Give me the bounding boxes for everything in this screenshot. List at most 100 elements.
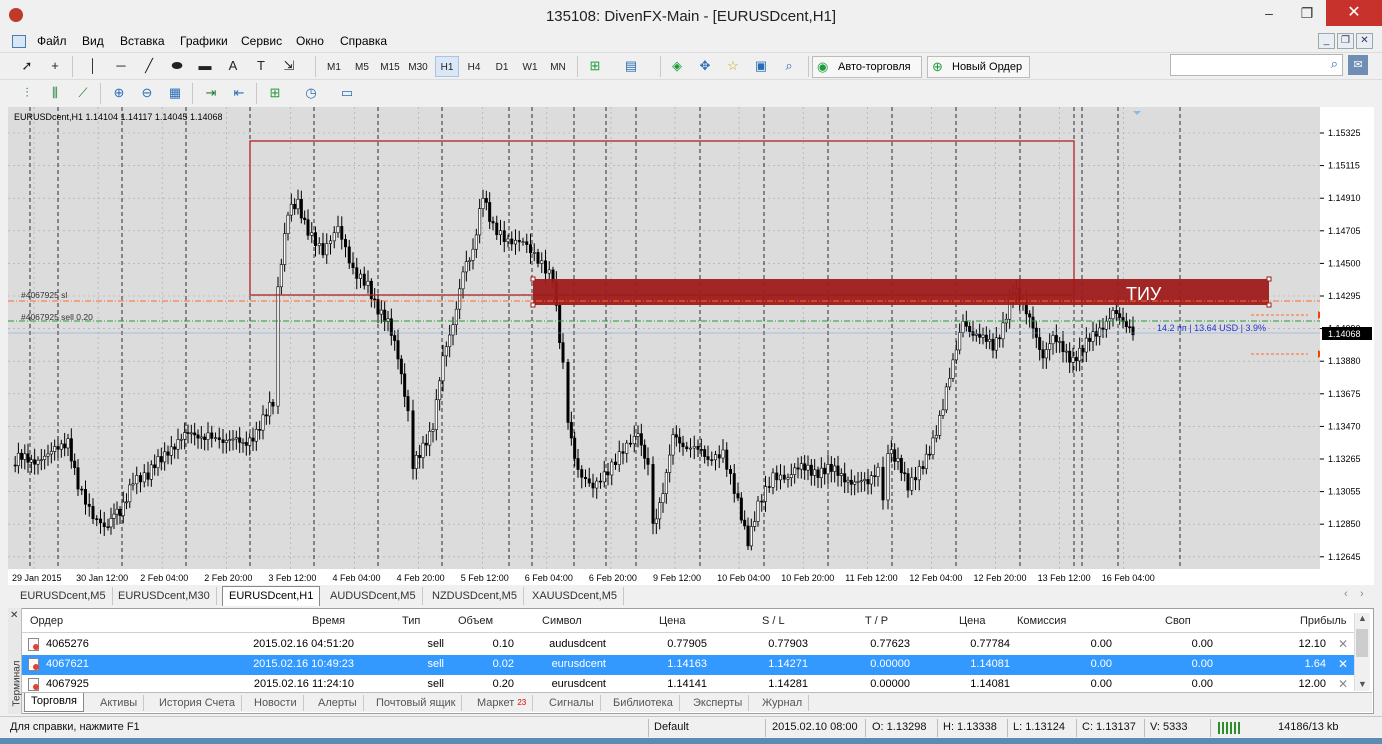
favorites-icon[interactable]: ☆: [724, 57, 742, 75]
terminal-icon[interactable]: ▣: [752, 57, 770, 75]
tab-library[interactable]: Библиотека: [607, 695, 680, 711]
menu-charts[interactable]: Графики: [180, 34, 228, 48]
order-row[interactable]: 4065276 2015.02.16 04:51:20 sell 0.10 audusd…: [22, 635, 1354, 655]
tab-mailbox[interactable]: Почтовый ящик: [370, 695, 463, 711]
timeframe-h1[interactable]: H1: [435, 56, 459, 77]
price-chart[interactable]: 1.15325 1.15115 1.14910 1.14705 1.14500 1.142…: [8, 107, 1374, 585]
menu-view[interactable]: Вид: [82, 34, 104, 48]
chart-tab[interactable]: EURUSDcent,M5: [14, 587, 113, 605]
bar-chart-icon[interactable]: ⫶: [18, 84, 36, 102]
ellipse-icon[interactable]: ⬬: [168, 57, 186, 75]
menu-window[interactable]: Окно: [296, 34, 324, 48]
zoom-in-icon[interactable]: ⊕: [110, 84, 128, 102]
scroll-down-icon[interactable]: ▼: [1358, 679, 1367, 689]
tab-market[interactable]: Маркет 23: [471, 695, 534, 711]
tab-assets[interactable]: Активы: [94, 695, 145, 711]
status-profile[interactable]: Default: [654, 721, 689, 733]
timeframe-m1[interactable]: M1: [322, 56, 346, 77]
text-tool-icon[interactable]: A: [224, 57, 242, 75]
mdi-minimize-button[interactable]: _: [1318, 33, 1335, 49]
timeframe-mn[interactable]: MN: [545, 56, 571, 77]
timeframe-d1[interactable]: D1: [490, 56, 514, 77]
tab-scroll-left-icon[interactable]: ‹: [1344, 588, 1348, 600]
profiles-icon[interactable]: ▤: [622, 57, 640, 75]
new-order-button[interactable]: ⊕ Новый Ордер: [927, 56, 1030, 78]
market-watch-icon[interactable]: ◈: [668, 57, 686, 75]
tab-history[interactable]: История Счета: [153, 695, 243, 711]
chart-tab[interactable]: EURUSDcent,M30: [112, 587, 217, 605]
col-time[interactable]: Время: [312, 615, 345, 627]
cursor-icon[interactable]: ➚: [18, 57, 36, 75]
col-sl[interactable]: S / L: [762, 615, 785, 627]
timeframe-h4[interactable]: H4: [462, 56, 486, 77]
close-order-icon[interactable]: ✕: [1338, 657, 1348, 671]
tab-trade[interactable]: Торговля: [24, 693, 84, 712]
autotrade-button[interactable]: ◉ Авто-торговля: [812, 56, 922, 78]
tab-signals[interactable]: Сигналы: [543, 695, 601, 711]
tester-icon[interactable]: ⌕: [780, 57, 798, 75]
chat-icon[interactable]: ✉: [1348, 55, 1368, 75]
col-order[interactable]: Ордер: [30, 615, 63, 627]
arrows-dropdown-icon[interactable]: ⇲: [280, 57, 298, 75]
chart-tab[interactable]: NZDUSDcent,M5: [426, 587, 524, 605]
chart-tab[interactable]: AUDUSDcent,M5: [324, 587, 423, 605]
tab-news[interactable]: Новости: [248, 695, 304, 711]
search-icon[interactable]: ⌕: [1331, 56, 1338, 72]
vertical-line-icon[interactable]: │: [84, 57, 102, 75]
mdi-restore-button[interactable]: ❐: [1337, 33, 1354, 49]
tab-scroll-right-icon[interactable]: ›: [1360, 588, 1364, 600]
menu-insert[interactable]: Вставка: [120, 34, 165, 48]
close-order-icon[interactable]: ✕: [1338, 637, 1348, 651]
trendline-icon[interactable]: ╱: [140, 57, 158, 75]
new-chart-icon[interactable]: ⊞: [586, 57, 604, 75]
tab-experts[interactable]: Эксперты: [687, 695, 750, 711]
chart-tab[interactable]: XAUUSDcent,M5: [526, 587, 624, 605]
col-symbol[interactable]: Символ: [542, 615, 582, 627]
search-input[interactable]: ⌕: [1170, 54, 1343, 76]
timeframe-m15[interactable]: M15: [377, 56, 403, 77]
tab-journal[interactable]: Журнал: [756, 695, 810, 711]
text-label-icon[interactable]: T: [252, 57, 270, 75]
chart-tab-active[interactable]: EURUSDcent,H1: [222, 586, 321, 606]
chart-window-icon[interactable]: [12, 35, 26, 48]
col-swap[interactable]: Своп: [1165, 615, 1191, 627]
col-type[interactable]: Тип: [402, 615, 420, 627]
menu-file[interactable]: Файл: [37, 34, 67, 48]
col-price[interactable]: Цена: [659, 615, 685, 627]
indicators-icon[interactable]: ⊞: [266, 84, 284, 102]
close-order-icon[interactable]: ✕: [1338, 677, 1348, 691]
minimize-button[interactable]: –: [1250, 0, 1288, 26]
bull-candle: [228, 439, 232, 441]
zoom-out-icon[interactable]: ⊖: [138, 84, 156, 102]
terminal-close-icon[interactable]: ✕: [10, 610, 18, 621]
periods-icon[interactable]: ◷: [302, 84, 320, 102]
scrollbar-thumb[interactable]: [1356, 629, 1368, 657]
timeframe-w1[interactable]: W1: [518, 56, 542, 77]
timeframe-m30[interactable]: M30: [405, 56, 431, 77]
timeframe-m5[interactable]: M5: [350, 56, 374, 77]
connection-icon[interactable]: [1218, 722, 1242, 734]
mdi-close-button[interactable]: ✕: [1356, 33, 1373, 49]
col-commission[interactable]: Комиссия: [1017, 615, 1066, 627]
auto-scroll-icon[interactable]: ⇥: [202, 84, 220, 102]
rectangle-icon[interactable]: ▬: [196, 57, 214, 75]
horizontal-line-icon[interactable]: ─: [112, 57, 130, 75]
col-profit[interactable]: Прибыль: [1300, 615, 1347, 627]
order-row[interactable]: 4067621 2015.02.16 10:49:23 sell 0.02 eurusd…: [22, 655, 1354, 675]
templates-icon[interactable]: ▭: [338, 84, 356, 102]
line-chart-icon[interactable]: ⟋: [74, 84, 92, 102]
menu-help[interactable]: Справка: [340, 34, 387, 48]
crosshair-icon[interactable]: +: [46, 57, 64, 75]
menu-tools[interactable]: Сервис: [241, 34, 282, 48]
candlestick-icon[interactable]: ⫼: [46, 84, 64, 102]
col-volume[interactable]: Объем: [458, 615, 493, 627]
col-current-price[interactable]: Цена: [959, 615, 985, 627]
tab-alerts[interactable]: Алерты: [312, 695, 364, 711]
restore-button[interactable]: ❐: [1288, 0, 1326, 26]
navigator-icon[interactable]: ✥: [696, 57, 714, 75]
chart-shift-icon[interactable]: ⇤: [230, 84, 248, 102]
close-button[interactable]: ✕: [1326, 0, 1382, 26]
tile-windows-icon[interactable]: ▦: [166, 84, 184, 102]
col-tp[interactable]: T / P: [865, 615, 888, 627]
scroll-up-icon[interactable]: ▲: [1358, 613, 1367, 623]
